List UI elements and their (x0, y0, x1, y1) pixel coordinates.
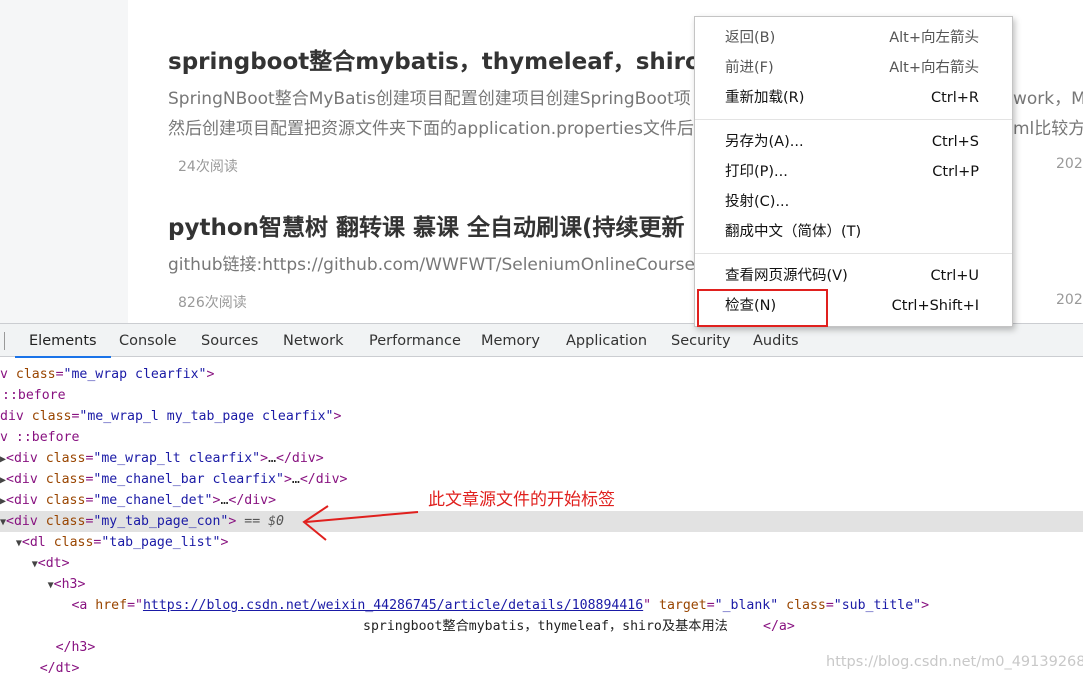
menu-label: 翻成中文（简体）(T) (725, 224, 862, 240)
attr-value: "tab_page_list" (101, 535, 221, 550)
devtools-tabbar: Elements Console Sources Network Perform… (0, 324, 1083, 358)
menu-label: 投射(C)... (725, 194, 790, 210)
article-desc-1-line1: SpringNBoot整合MyBatis创建项目配置创建项目创建SpringBo… (168, 89, 691, 109)
menu-item-reload[interactable]: 重新加载(R) Ctrl+R (695, 83, 1012, 113)
article-date-2: 2020 (1056, 292, 1083, 308)
dom-node-dl[interactable]: ▼<dl class="tab_page_list"> (0, 532, 1083, 553)
menu-separator (695, 119, 1012, 120)
attr-name: class (15, 367, 56, 382)
dom-node-a-text[interactable]: springboot整合mybatis，thymeleaf，shiro及基本用法… (0, 616, 1083, 637)
menu-item-view-source[interactable]: 查看网页源代码(V) Ctrl+U (695, 261, 1012, 291)
menu-label: 查看网页源代码(V) (725, 268, 848, 284)
menu-label: 另存为(A)... (725, 134, 804, 150)
tab-memory[interactable]: Memory (481, 324, 540, 357)
menu-label: 前进(F) (725, 60, 774, 76)
href-link[interactable]: https://blog.csdn.net/weixin_44286745/ar… (143, 598, 643, 613)
menu-label: 返回(B) (725, 30, 776, 46)
attr-value: "sub_title" (833, 598, 922, 613)
menu-shortcut: Ctrl+P (932, 164, 979, 180)
attr-value: "me_wrap_l my_tab_page clearfix" (79, 409, 334, 424)
tag-fragment: div (0, 409, 32, 424)
menu-item-print[interactable]: 打印(P)... Ctrl+P (695, 157, 1012, 187)
tab-performance[interactable]: Performance (369, 324, 461, 357)
link-text: springboot整合mybatis，thymeleaf，shiro及基本用法 (363, 619, 728, 634)
attr-value: "_blank" (714, 598, 779, 613)
menu-label: 打印(P)... (725, 164, 788, 180)
menu-item-save-as[interactable]: 另存为(A)... Ctrl+S (695, 127, 1012, 157)
menu-item-translate[interactable]: 翻成中文（简体）(T) (695, 217, 1012, 247)
dom-node-h3[interactable]: ▼<h3> (0, 574, 1083, 595)
article-date-1: 2020 (1056, 156, 1083, 172)
menu-item-forward[interactable]: 前进(F) Alt+向右箭头 (695, 53, 1012, 83)
pseudo-before: ::before (15, 430, 80, 445)
left-sidebar-background (0, 0, 128, 323)
menu-shortcut: Ctrl+R (930, 90, 979, 106)
article-desc-1-line2-tail: ml比较方 (1013, 119, 1083, 139)
menu-shortcut: Ctrl+S (931, 134, 979, 150)
dom-node-me-wrap[interactable]: v class="me_wrap clearfix"> (0, 364, 1083, 385)
dom-node-me-wrap-l[interactable]: div class="me_wrap_l my_tab_page clearfi… (0, 406, 1083, 427)
article-title-2[interactable]: python智慧树 翻转课 慕课 全自动刷课(持续更新 (168, 208, 685, 242)
tag-fragment: v (0, 367, 16, 382)
article-reads-1: 24次阅读 (178, 159, 238, 175)
elements-tree: v class="me_wrap clearfix"> ::before div… (0, 358, 1083, 682)
menu-item-back[interactable]: 返回(B) Alt+向左箭头 (695, 23, 1012, 53)
tab-console[interactable]: Console (119, 324, 177, 357)
annotation-text: 此文章源文件的开始标签 (428, 490, 615, 510)
menu-shortcut: Alt+向右箭头 (889, 60, 979, 76)
article-desc-2-line1: github链接:https://github.com/WWFWT/Seleni… (168, 255, 695, 275)
red-arrow-icon (302, 505, 419, 541)
menu-shortcut: Ctrl+U (930, 268, 979, 284)
menu-label: 重新加载(R) (725, 90, 805, 106)
attr-value: "me_chanel_bar clearfix" (93, 472, 284, 487)
article-desc-1-line2: 然后创建项目配置把资源文件夹下面的application.properties文… (168, 119, 694, 139)
dom-node-before-2[interactable]: v ::before (0, 427, 1083, 448)
selected-marker: == $0 (244, 514, 284, 529)
menu-item-cast[interactable]: 投射(C)... (695, 187, 1012, 217)
menu-shortcut: Alt+向左箭头 (889, 30, 979, 46)
attr-value: "me_wrap clearfix" (63, 367, 207, 382)
dom-node-before[interactable]: ::before (0, 385, 1083, 406)
dom-node-me-wrap-lt[interactable]: ▶<div class="me_wrap_lt clearfix">…</div… (0, 448, 1083, 469)
tab-network[interactable]: Network (283, 324, 344, 357)
attr-value: "me_wrap_lt clearfix" (93, 451, 261, 466)
pseudo-before: ::before (2, 388, 66, 403)
tab-sources[interactable]: Sources (201, 324, 258, 357)
article-title-1[interactable]: springboot整合mybatis，thymeleaf，shiro (168, 42, 701, 76)
attr-value: "me_chanel_det" (93, 493, 213, 508)
dom-node-dt[interactable]: ▼<dt> (0, 553, 1083, 574)
menu-shortcut: Ctrl+Shift+I (891, 298, 979, 314)
tabbar-divider (4, 332, 5, 350)
tab-application[interactable]: Application (566, 324, 647, 357)
tab-elements[interactable]: Elements (15, 324, 111, 358)
watermark: https://blog.csdn.net/m0_49139268 (826, 654, 1083, 670)
dom-node-a[interactable]: <a href="https://blog.csdn.net/weixin_44… (0, 595, 1083, 616)
tab-security[interactable]: Security (671, 324, 731, 357)
inspect-highlight-box (697, 289, 828, 327)
tab-audits[interactable]: Audits (753, 324, 799, 357)
article-desc-1-line1-tail: work，My (1013, 89, 1083, 109)
attr-value: "my_tab_page_con" (93, 514, 229, 529)
menu-separator (695, 253, 1012, 254)
article-reads-2: 826次阅读 (178, 295, 247, 311)
context-menu: 返回(B) Alt+向左箭头 前进(F) Alt+向右箭头 重新加载(R) Ctrl+… (694, 16, 1013, 327)
